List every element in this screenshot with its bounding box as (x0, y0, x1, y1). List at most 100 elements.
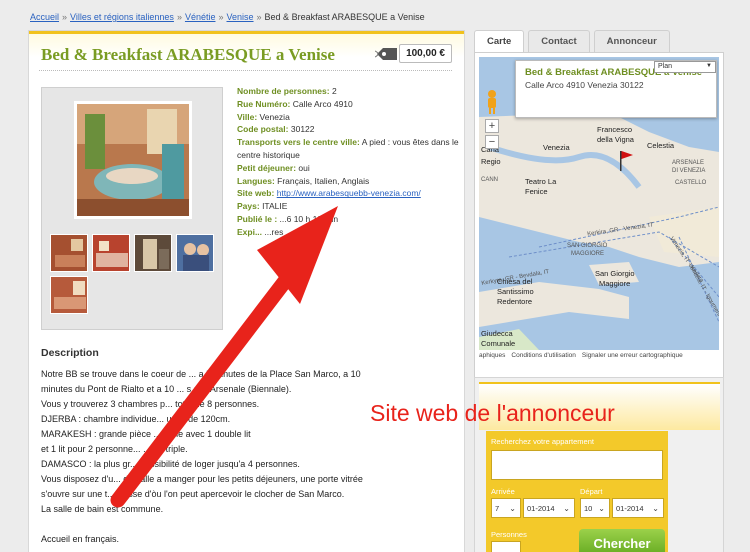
map-marker-icon[interactable] (619, 149, 635, 173)
persons-select[interactable] (491, 541, 521, 552)
thumbnail[interactable] (92, 234, 130, 272)
arrival-day-value: 7 (495, 504, 500, 513)
zoom-in-button[interactable]: + (485, 119, 499, 133)
description-line: DAMASCO : la plus gr... possibilité de l… (41, 459, 300, 469)
map-label: Regio (481, 157, 501, 166)
map-label: San Giorgio (595, 269, 635, 278)
property-value: Calle Arco 4910 (292, 98, 353, 109)
map-report-link[interactable]: Signaler une erreur cartographique (582, 352, 683, 359)
main-photo[interactable] (74, 101, 192, 219)
map-label: Teatro La (525, 177, 557, 186)
map-type-select[interactable]: Plan ▼ (654, 61, 716, 73)
thumbnail[interactable] (50, 234, 88, 272)
map-container: + − Bed & Breakfast ARABESQUE a Venise C… (474, 52, 724, 383)
description-line: s'ouvre sur une t... rrasse d'òu l'on pe… (41, 489, 345, 499)
listing-header: Bed & Breakfast ARABESQUE a Venise 100,0… (29, 31, 464, 73)
page-title: Bed & Breakfast ARABESQUE a Venise (41, 45, 335, 64)
title-divider (39, 70, 452, 71)
persons-label: Personnes (491, 530, 527, 539)
property-value: ...res (264, 226, 284, 237)
property-label: Pays: (237, 201, 260, 212)
breadcrumb-home[interactable]: Accueil (30, 12, 59, 22)
map-label: CANN (481, 177, 499, 183)
chevron-down-icon: ⌄ (652, 504, 659, 513)
map-terms-link[interactable]: Conditions d'utilisation (511, 352, 575, 359)
property-value: oui (298, 162, 310, 173)
property-label: Petit déjeuner: (237, 162, 297, 173)
zoom-out-button[interactable]: − (485, 135, 499, 149)
map-label: Fenice (525, 187, 548, 196)
property-label: Nombre de personnes: (237, 86, 330, 96)
breadcrumb-separator: » (176, 12, 182, 22)
map-label: Venezia (543, 143, 570, 152)
breadcrumb-venise[interactable]: Venise (227, 12, 254, 22)
property-value: ITALIE (262, 201, 288, 212)
property-city: Ville: Venezia (237, 111, 459, 124)
description-body: Notre BB se trouve dans le coeur de ... … (41, 367, 451, 547)
arrival-month-select[interactable]: 01-2014 ⌄ (523, 498, 575, 518)
thumbnail[interactable] (134, 234, 172, 272)
property-value: Venezia (259, 111, 290, 122)
website-link[interactable]: http://www.arabesquebb-venezia.com/ (277, 188, 421, 198)
price-tag-icon (374, 45, 399, 63)
map-label: Giudecca (481, 329, 513, 338)
property-languages: Langues: Français, Italien, Anglais (237, 175, 459, 188)
description-line: Vous disposez d'u... de salle a manger p… (41, 474, 363, 484)
tab-carte[interactable]: Carte (474, 30, 525, 52)
thumbnail[interactable] (176, 234, 214, 272)
property-website: Site web: http://www.arabesquebb-venezia… (237, 187, 459, 200)
map-label: MAGGIORE (571, 251, 605, 257)
map-footer-item: aphiques (479, 352, 506, 359)
map-label: SAN GIORGIO (567, 243, 608, 249)
map-label: Celestia (647, 141, 675, 150)
chevron-down-icon: ⌄ (563, 504, 570, 513)
description-line (41, 517, 451, 532)
map-label: Francesco (597, 125, 633, 134)
property-value: Français, Italien, Anglais (277, 175, 370, 186)
annotation-label: Site web de l'annonceur (370, 400, 615, 426)
property-persons: Nombre de personnes: 2 (237, 85, 459, 98)
sidebar-tabs: Carte Contact Annonceur (474, 30, 724, 52)
map-label: DI VENEZIA (672, 168, 706, 174)
tab-annonceur[interactable]: Annonceur (593, 30, 670, 52)
property-label: Expi... (237, 226, 263, 237)
breadcrumb-separator: » (256, 12, 262, 22)
property-expires: Expi... ...res (237, 226, 459, 239)
departure-day-select[interactable]: 10 ⌄ (580, 498, 610, 518)
departure-label: Départ (580, 487, 603, 496)
property-value: ...6 10 h 18 min (279, 213, 339, 224)
thumbnail[interactable] (50, 276, 88, 314)
property-list: Nombre de personnes: 2 Rue Numéro: Calle… (237, 85, 459, 239)
property-published: Publié le : ...6 10 h 18 min (237, 213, 459, 226)
search-button[interactable]: Chercher (579, 529, 665, 552)
description-line: et 1 lit pour 2 personne... ... ou tripl… (41, 444, 188, 454)
street-view-icon[interactable] (484, 89, 500, 115)
breadcrumb: Accueil» Villes et régions italiennes» Vén… (30, 12, 720, 22)
map[interactable]: + − Bed & Breakfast ARABESQUE a Venise C… (479, 57, 719, 350)
arrival-month-value: 01-2014 (527, 504, 555, 513)
arrival-day-select[interactable]: 7 ⌄ (491, 498, 521, 518)
price-badge: 100,00 € (374, 44, 452, 63)
breadcrumb-venetie[interactable]: Vénétie (185, 12, 216, 22)
property-country: Pays: ITALIE (237, 200, 459, 213)
breadcrumb-regions[interactable]: Villes et régions italiennes (70, 12, 174, 22)
chevron-down-icon: ⌄ (598, 504, 605, 513)
tab-contact[interactable]: Contact (528, 30, 590, 52)
description-line: La salle de bain est commune. (41, 504, 164, 514)
departure-month-select[interactable]: 01-2014 ⌄ (612, 498, 664, 518)
property-postcode: Code postal: 30122 (237, 123, 459, 136)
map-label: Redentore (497, 297, 533, 306)
breadcrumb-separator: » (218, 12, 224, 22)
property-label: Ville: (237, 111, 258, 122)
description-line: Accueil en français. (41, 534, 120, 544)
description-line: MARAKESH : grande pièce ... table avec 1… (41, 429, 251, 439)
search-input[interactable] (491, 450, 663, 480)
breadcrumb-current: Bed & Breakfast ARABESQUE a Venise (264, 12, 425, 22)
departure-month-value: 01-2014 (616, 504, 644, 513)
map-footer: aphiques Conditions d'utilisation Signal… (479, 352, 719, 359)
property-label: Publié le : (237, 213, 278, 224)
info-window-address: Calle Arco 4910 Venezia 30122 (525, 80, 644, 90)
description-line: Notre BB se trouve dans le coeur de ... … (41, 369, 361, 379)
map-label: Maggiore (599, 279, 631, 288)
thumbnail-strip (50, 234, 220, 314)
